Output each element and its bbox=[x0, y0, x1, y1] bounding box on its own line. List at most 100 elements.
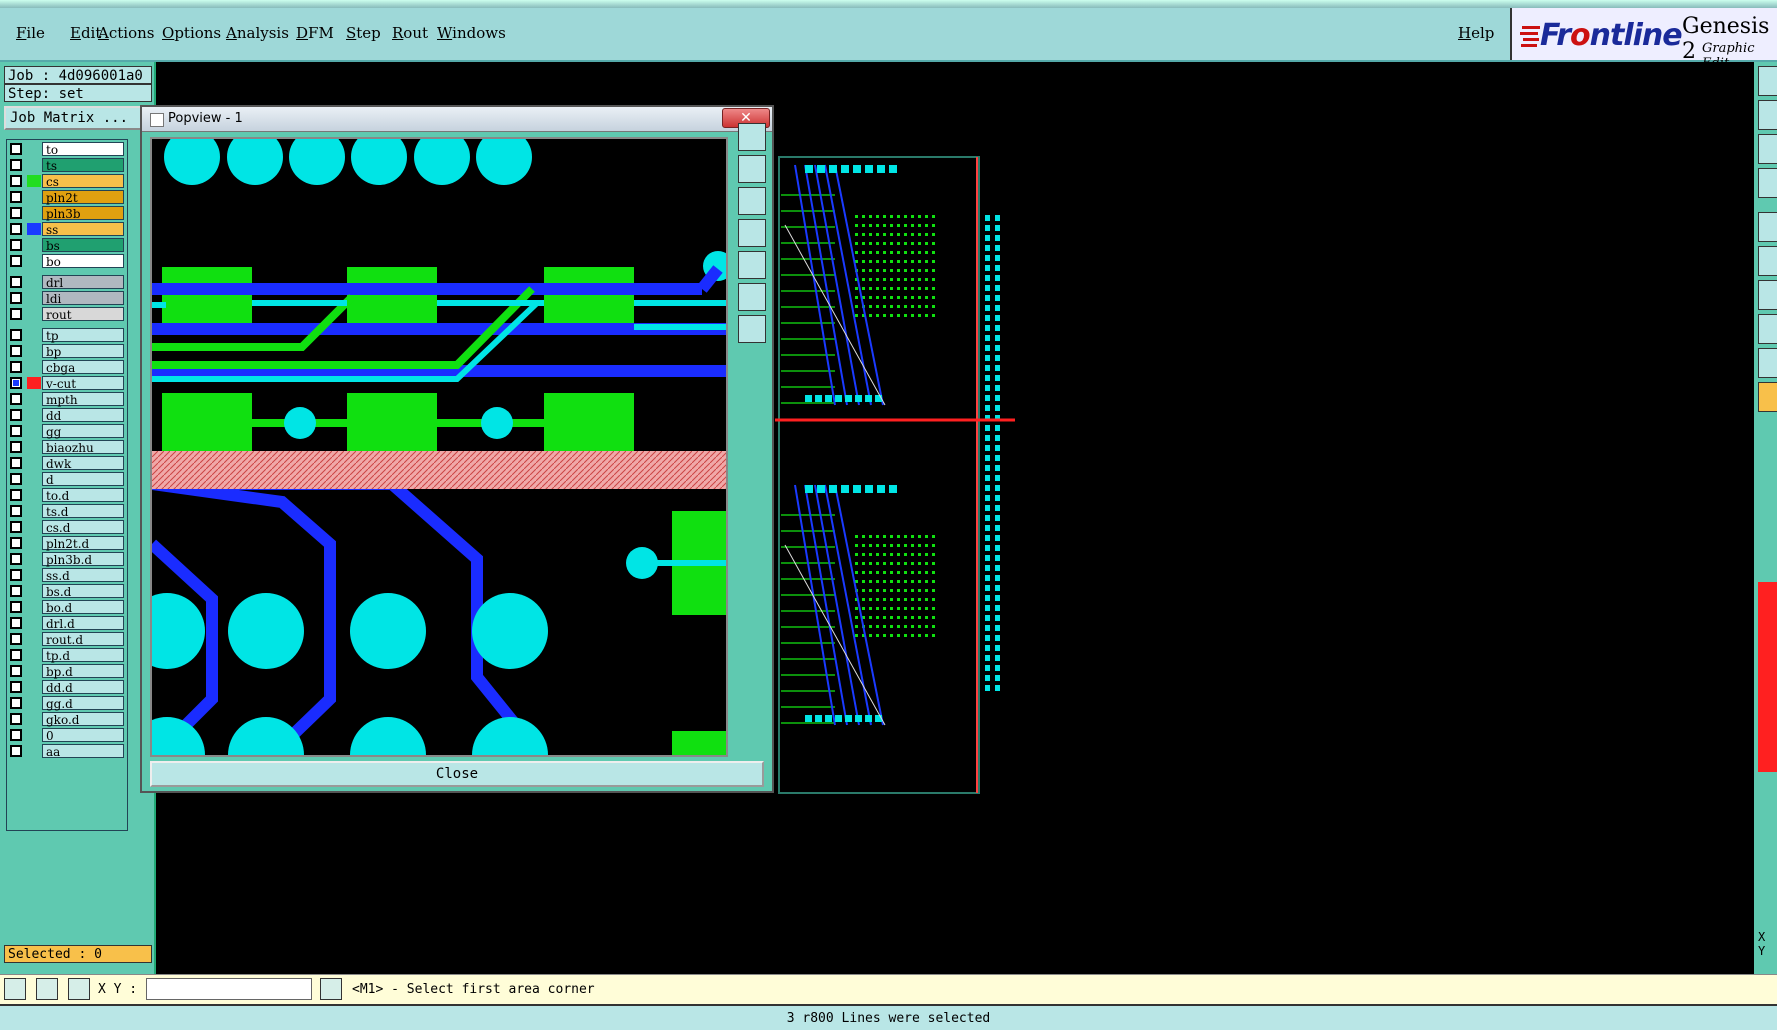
layer-row[interactable]: bp.d bbox=[7, 664, 125, 679]
layer-name[interactable]: gg bbox=[42, 424, 124, 439]
layer-name[interactable]: ldi bbox=[42, 291, 124, 306]
layer-row[interactable]: bo bbox=[7, 254, 125, 269]
layer-name[interactable]: rout bbox=[42, 307, 124, 322]
layer-name[interactable]: drl bbox=[42, 275, 124, 290]
menu-edit[interactable]: Edit bbox=[70, 24, 101, 42]
layer-checkbox[interactable] bbox=[11, 362, 21, 372]
layer-name[interactable]: to bbox=[42, 142, 124, 157]
layer-checkbox[interactable] bbox=[11, 746, 21, 756]
tool-pad-icon[interactable] bbox=[1758, 314, 1777, 344]
layer-name[interactable]: dwk bbox=[42, 456, 124, 471]
layer-row[interactable]: to.d bbox=[7, 488, 125, 503]
layer-checkbox[interactable] bbox=[11, 618, 21, 628]
layer-row[interactable]: to bbox=[7, 142, 125, 157]
pointer-icon[interactable] bbox=[4, 978, 26, 1000]
tool-select-icon[interactable] bbox=[1758, 212, 1777, 242]
tool-play-icon[interactable] bbox=[1758, 382, 1777, 412]
layer-row[interactable]: v-cut bbox=[7, 376, 125, 391]
layer-checkbox[interactable] bbox=[11, 224, 21, 234]
exclamation-icon[interactable] bbox=[320, 978, 342, 1000]
layer-checkbox[interactable] bbox=[11, 602, 21, 612]
pcb-board-view[interactable] bbox=[775, 155, 1015, 795]
layer-row[interactable]: bs bbox=[7, 238, 125, 253]
layer-row[interactable]: tp.d bbox=[7, 648, 125, 663]
layer-row[interactable]: pln3b.d bbox=[7, 552, 125, 567]
layer-name[interactable]: pln2t.d bbox=[42, 536, 124, 551]
layer-checkbox[interactable] bbox=[11, 698, 21, 708]
layer-name[interactable]: cbga bbox=[42, 360, 124, 375]
layer-checkbox[interactable] bbox=[11, 394, 21, 404]
layer-name[interactable]: tp.d bbox=[42, 648, 124, 663]
layer-row[interactable]: drl bbox=[7, 275, 125, 290]
layer-checkbox[interactable] bbox=[11, 256, 21, 266]
layer-row[interactable]: ldi bbox=[7, 291, 125, 306]
layer-name[interactable]: gko.d bbox=[42, 712, 124, 727]
layer-checkbox[interactable] bbox=[11, 522, 21, 532]
layer-name[interactable]: gg.d bbox=[42, 696, 124, 711]
layer-row[interactable]: ts.d bbox=[7, 504, 125, 519]
layer-row[interactable]: ss.d bbox=[7, 568, 125, 583]
layer-checkbox[interactable] bbox=[11, 410, 21, 420]
layer-name[interactable]: 0 bbox=[42, 728, 124, 743]
layer-checkbox[interactable] bbox=[11, 554, 21, 564]
layer-name[interactable]: cs.d bbox=[42, 520, 124, 535]
layer-row[interactable]: rout bbox=[7, 307, 125, 322]
layer-name[interactable]: ts bbox=[42, 158, 124, 173]
menu-help[interactable]: Help bbox=[1458, 24, 1494, 42]
layer-name[interactable]: aa bbox=[42, 744, 124, 759]
layer-checkbox[interactable] bbox=[11, 682, 21, 692]
layer-checkbox[interactable] bbox=[11, 309, 21, 319]
layer-name[interactable]: bo bbox=[42, 254, 124, 269]
layer-row[interactable]: biaozhu bbox=[7, 440, 125, 455]
layer-name[interactable]: dd bbox=[42, 408, 124, 423]
layer-row[interactable]: gg bbox=[7, 424, 125, 439]
layer-row[interactable]: gg.d bbox=[7, 696, 125, 711]
zoom-in-icon[interactable] bbox=[738, 283, 766, 311]
layer-checkbox[interactable] bbox=[11, 458, 21, 468]
layer-name[interactable]: biaozhu bbox=[42, 440, 124, 455]
layer-checkbox[interactable] bbox=[11, 277, 21, 287]
tool-cut-icon[interactable] bbox=[1758, 100, 1777, 130]
layer-row[interactable]: cbga bbox=[7, 360, 125, 375]
layer-row[interactable]: dd bbox=[7, 408, 125, 423]
layer-row[interactable]: gko.d bbox=[7, 712, 125, 727]
menu-analysis[interactable]: Analysis bbox=[226, 24, 289, 42]
layer-row[interactable]: bp bbox=[7, 344, 125, 359]
tool-arc-icon[interactable] bbox=[1758, 348, 1777, 378]
layer-name[interactable]: pln3b.d bbox=[42, 552, 124, 567]
layer-row[interactable]: mpth bbox=[7, 392, 125, 407]
layer-checkbox[interactable] bbox=[11, 506, 21, 516]
layer-row[interactable]: ts bbox=[7, 158, 125, 173]
layer-name[interactable]: pln2t bbox=[42, 190, 124, 205]
pan-right-icon[interactable] bbox=[738, 251, 766, 279]
tool-measure-icon[interactable] bbox=[1758, 246, 1777, 276]
layer-checkbox[interactable] bbox=[11, 586, 21, 596]
layer-checkbox[interactable] bbox=[11, 346, 21, 356]
layer-name[interactable]: ss bbox=[42, 222, 124, 237]
layer-name[interactable]: rout.d bbox=[42, 632, 124, 647]
zoom-fit-icon[interactable] bbox=[738, 123, 766, 151]
layer-checkbox[interactable] bbox=[11, 330, 21, 340]
job-matrix-button[interactable]: Job Matrix ... bbox=[4, 106, 148, 130]
layer-name[interactable]: drl.d bbox=[42, 616, 124, 631]
tool-layer-icon[interactable] bbox=[1758, 134, 1777, 164]
tool-note-icon[interactable] bbox=[1758, 168, 1777, 198]
layer-name[interactable]: tp bbox=[42, 328, 124, 343]
layer-checkbox[interactable] bbox=[11, 730, 21, 740]
layer-name[interactable]: bs bbox=[42, 238, 124, 253]
layer-checkbox[interactable] bbox=[11, 714, 21, 724]
layer-row[interactable]: pln3b bbox=[7, 206, 125, 221]
xy-input[interactable] bbox=[146, 978, 312, 1000]
layer-row[interactable]: d bbox=[7, 472, 125, 487]
layer-name[interactable]: cs bbox=[42, 174, 124, 189]
menu-actions[interactable]: Actions bbox=[98, 24, 154, 42]
layer-name[interactable]: d bbox=[42, 472, 124, 487]
layer-row[interactable]: pln2t.d bbox=[7, 536, 125, 551]
popview-titlebar[interactable]: Popview - 1 ✕ bbox=[142, 107, 772, 132]
layer-row[interactable]: bo.d bbox=[7, 600, 125, 615]
menu-windows[interactable]: Windows bbox=[437, 24, 506, 42]
pan-up-icon[interactable] bbox=[738, 155, 766, 183]
layer-checkbox[interactable] bbox=[11, 160, 21, 170]
layer-name[interactable]: bo.d bbox=[42, 600, 124, 615]
layer-row[interactable]: pln2t bbox=[7, 190, 125, 205]
